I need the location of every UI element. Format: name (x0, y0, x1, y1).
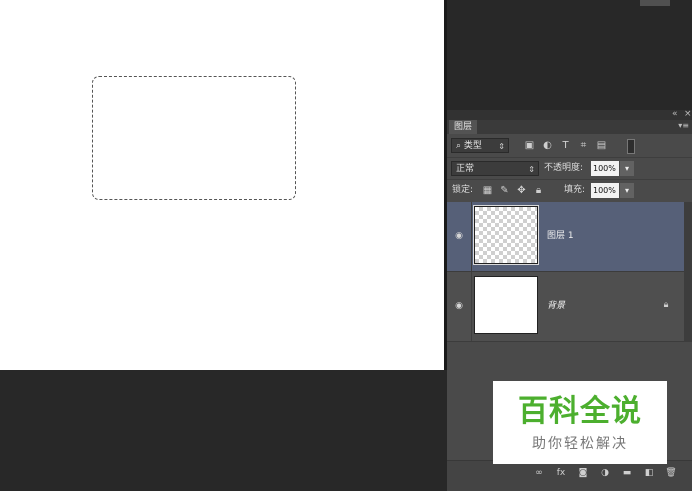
visibility-column: ◉ (447, 272, 472, 341)
shape-filter-icon[interactable]: ⌗ (578, 140, 589, 151)
blend-mode-value: 正常 (456, 164, 475, 174)
visibility-column: ◉ (447, 202, 472, 271)
link-layers-icon[interactable]: ∞ (533, 467, 545, 479)
fx-icon[interactable]: fx (555, 467, 567, 479)
lock-icon: 🔒︎ (663, 300, 669, 310)
layer-row-background[interactable]: ◉ 背景 🔒︎ (447, 272, 684, 342)
fill-label: 填充: (564, 185, 586, 195)
new-layer-icon[interactable]: ◧ (643, 467, 655, 479)
layer-list-scrollbar[interactable] (684, 202, 692, 342)
chevron-updown-icon: ⇕ (528, 165, 535, 174)
watermark-title: 百科全说 (518, 394, 642, 429)
opacity-label: 不透明度: (544, 163, 584, 173)
panel-dock-bar: « × (447, 109, 692, 120)
lock-position-icon[interactable]: ✥ (516, 185, 527, 196)
adjustment-filter-icon[interactable]: ◐ (542, 140, 553, 151)
watermark-logo: 百科全说 助你轻松解决 (493, 381, 667, 464)
layer-thumbnail (474, 276, 538, 334)
eye-icon[interactable]: ◉ (454, 231, 464, 241)
workspace-top-button[interactable] (640, 0, 670, 6)
opacity-input[interactable]: 100% (591, 161, 619, 176)
fill-slider-button[interactable]: ▾ (620, 183, 634, 198)
layer-filter-row: ⌕ 类型 ⇕ ▣ ◐ T ⌗ ▤ (447, 135, 692, 157)
filter-toggle-icon[interactable] (627, 139, 635, 154)
layers-bottom-toolbar: ∞ fx ◙ ◑ ▬ ◧ 🗑︎ (447, 460, 692, 491)
lock-image-pixels-icon[interactable]: ✎ (499, 185, 510, 196)
watermark-subtitle: 助你轻松解决 (532, 436, 628, 452)
blend-mode-dropdown[interactable]: 正常 ⇕ (451, 161, 539, 176)
lock-all-icon[interactable]: 🔒︎ (533, 185, 544, 196)
delete-icon[interactable]: 🗑︎ (665, 467, 677, 479)
fill-input[interactable]: 100% (591, 183, 619, 198)
document-canvas[interactable] (0, 0, 444, 370)
close-panel-button[interactable]: × (684, 109, 692, 119)
layer-name[interactable]: 背景 (547, 300, 565, 312)
collapse-panel-button[interactable]: « (672, 109, 678, 119)
panel-tab-row: 图层 ▾≡ (447, 120, 692, 134)
layer-thumbnail (473, 205, 539, 265)
layer-name[interactable]: 图层 1 (547, 230, 574, 242)
eye-icon[interactable]: ◉ (454, 301, 464, 311)
type-filter-icon[interactable]: T (560, 140, 571, 151)
lock-fill-row: 锁定: ▦ ✎ ✥ 🔒︎ 填充: 100% ▾ (447, 179, 692, 203)
panel-menu-icon[interactable]: ▾≡ (678, 120, 689, 132)
lock-transparent-pixels-icon[interactable]: ▦ (482, 185, 493, 196)
layer-mask-icon[interactable]: ◙ (577, 467, 589, 479)
chevron-updown-icon: ⇕ (498, 142, 505, 151)
marquee-selection[interactable] (92, 76, 296, 200)
blend-opacity-row: 正常 ⇕ 不透明度: 100% ▾ (447, 157, 692, 180)
layer-list: ◉ 图层 1 ◉ 背景 🔒︎ (447, 202, 684, 342)
image-filter-icon[interactable]: ▣ (524, 140, 535, 151)
search-icon: ⌕ (456, 141, 464, 151)
smart-object-filter-icon[interactable]: ▤ (596, 140, 607, 151)
group-folder-icon[interactable]: ▬ (621, 467, 633, 479)
lock-label: 锁定: (452, 185, 474, 195)
tab-layers[interactable]: 图层 (449, 120, 478, 134)
adjustment-layer-icon[interactable]: ◑ (599, 467, 611, 479)
opacity-slider-button[interactable]: ▾ (620, 161, 634, 176)
filter-kind-dropdown[interactable]: ⌕ 类型 ⇕ (451, 138, 509, 153)
layer-row-layer-1[interactable]: ◉ 图层 1 (447, 202, 684, 272)
filter-kind-label: 类型 (463, 141, 482, 151)
